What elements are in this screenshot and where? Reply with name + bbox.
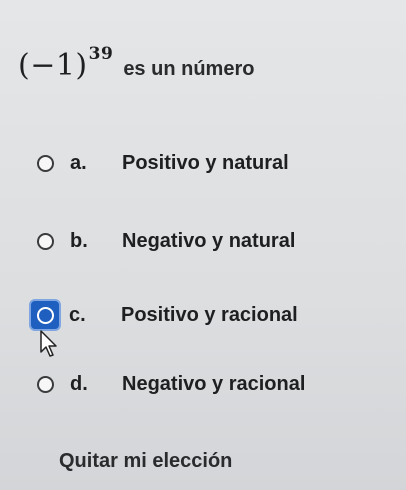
option-label: Negativo y racional xyxy=(122,372,306,395)
option-c[interactable]: c. Positivo y racional xyxy=(18,295,298,335)
answer-options: a. Positivo y natural b. Negativo y natu… xyxy=(0,0,406,490)
option-d[interactable]: d. Negativo y racional xyxy=(18,364,305,404)
radio-button[interactable] xyxy=(37,232,54,250)
option-letter: c. xyxy=(69,303,86,326)
option-label: Positivo y racional xyxy=(121,303,298,326)
option-letter: d. xyxy=(70,372,88,395)
quiz-page: (−1)39 es un número a. Positivo y natura… xyxy=(0,0,406,490)
option-a[interactable]: a. Positivo y natural xyxy=(18,143,289,183)
option-label: Negativo y natural xyxy=(122,229,296,252)
radio-button[interactable] xyxy=(37,375,54,393)
option-letter: a. xyxy=(70,151,87,174)
radio-button-selected[interactable] xyxy=(36,306,54,324)
option-b[interactable]: b. Negativo y natural xyxy=(18,221,295,261)
mouse-pointer-icon xyxy=(40,330,57,357)
clear-choice-link[interactable]: Quitar mi elección xyxy=(59,450,232,473)
radio-focus-ring[interactable] xyxy=(31,301,59,329)
option-label: Positivo y natural xyxy=(122,151,289,174)
option-letter: b. xyxy=(70,229,88,252)
radio-button[interactable] xyxy=(37,154,54,172)
